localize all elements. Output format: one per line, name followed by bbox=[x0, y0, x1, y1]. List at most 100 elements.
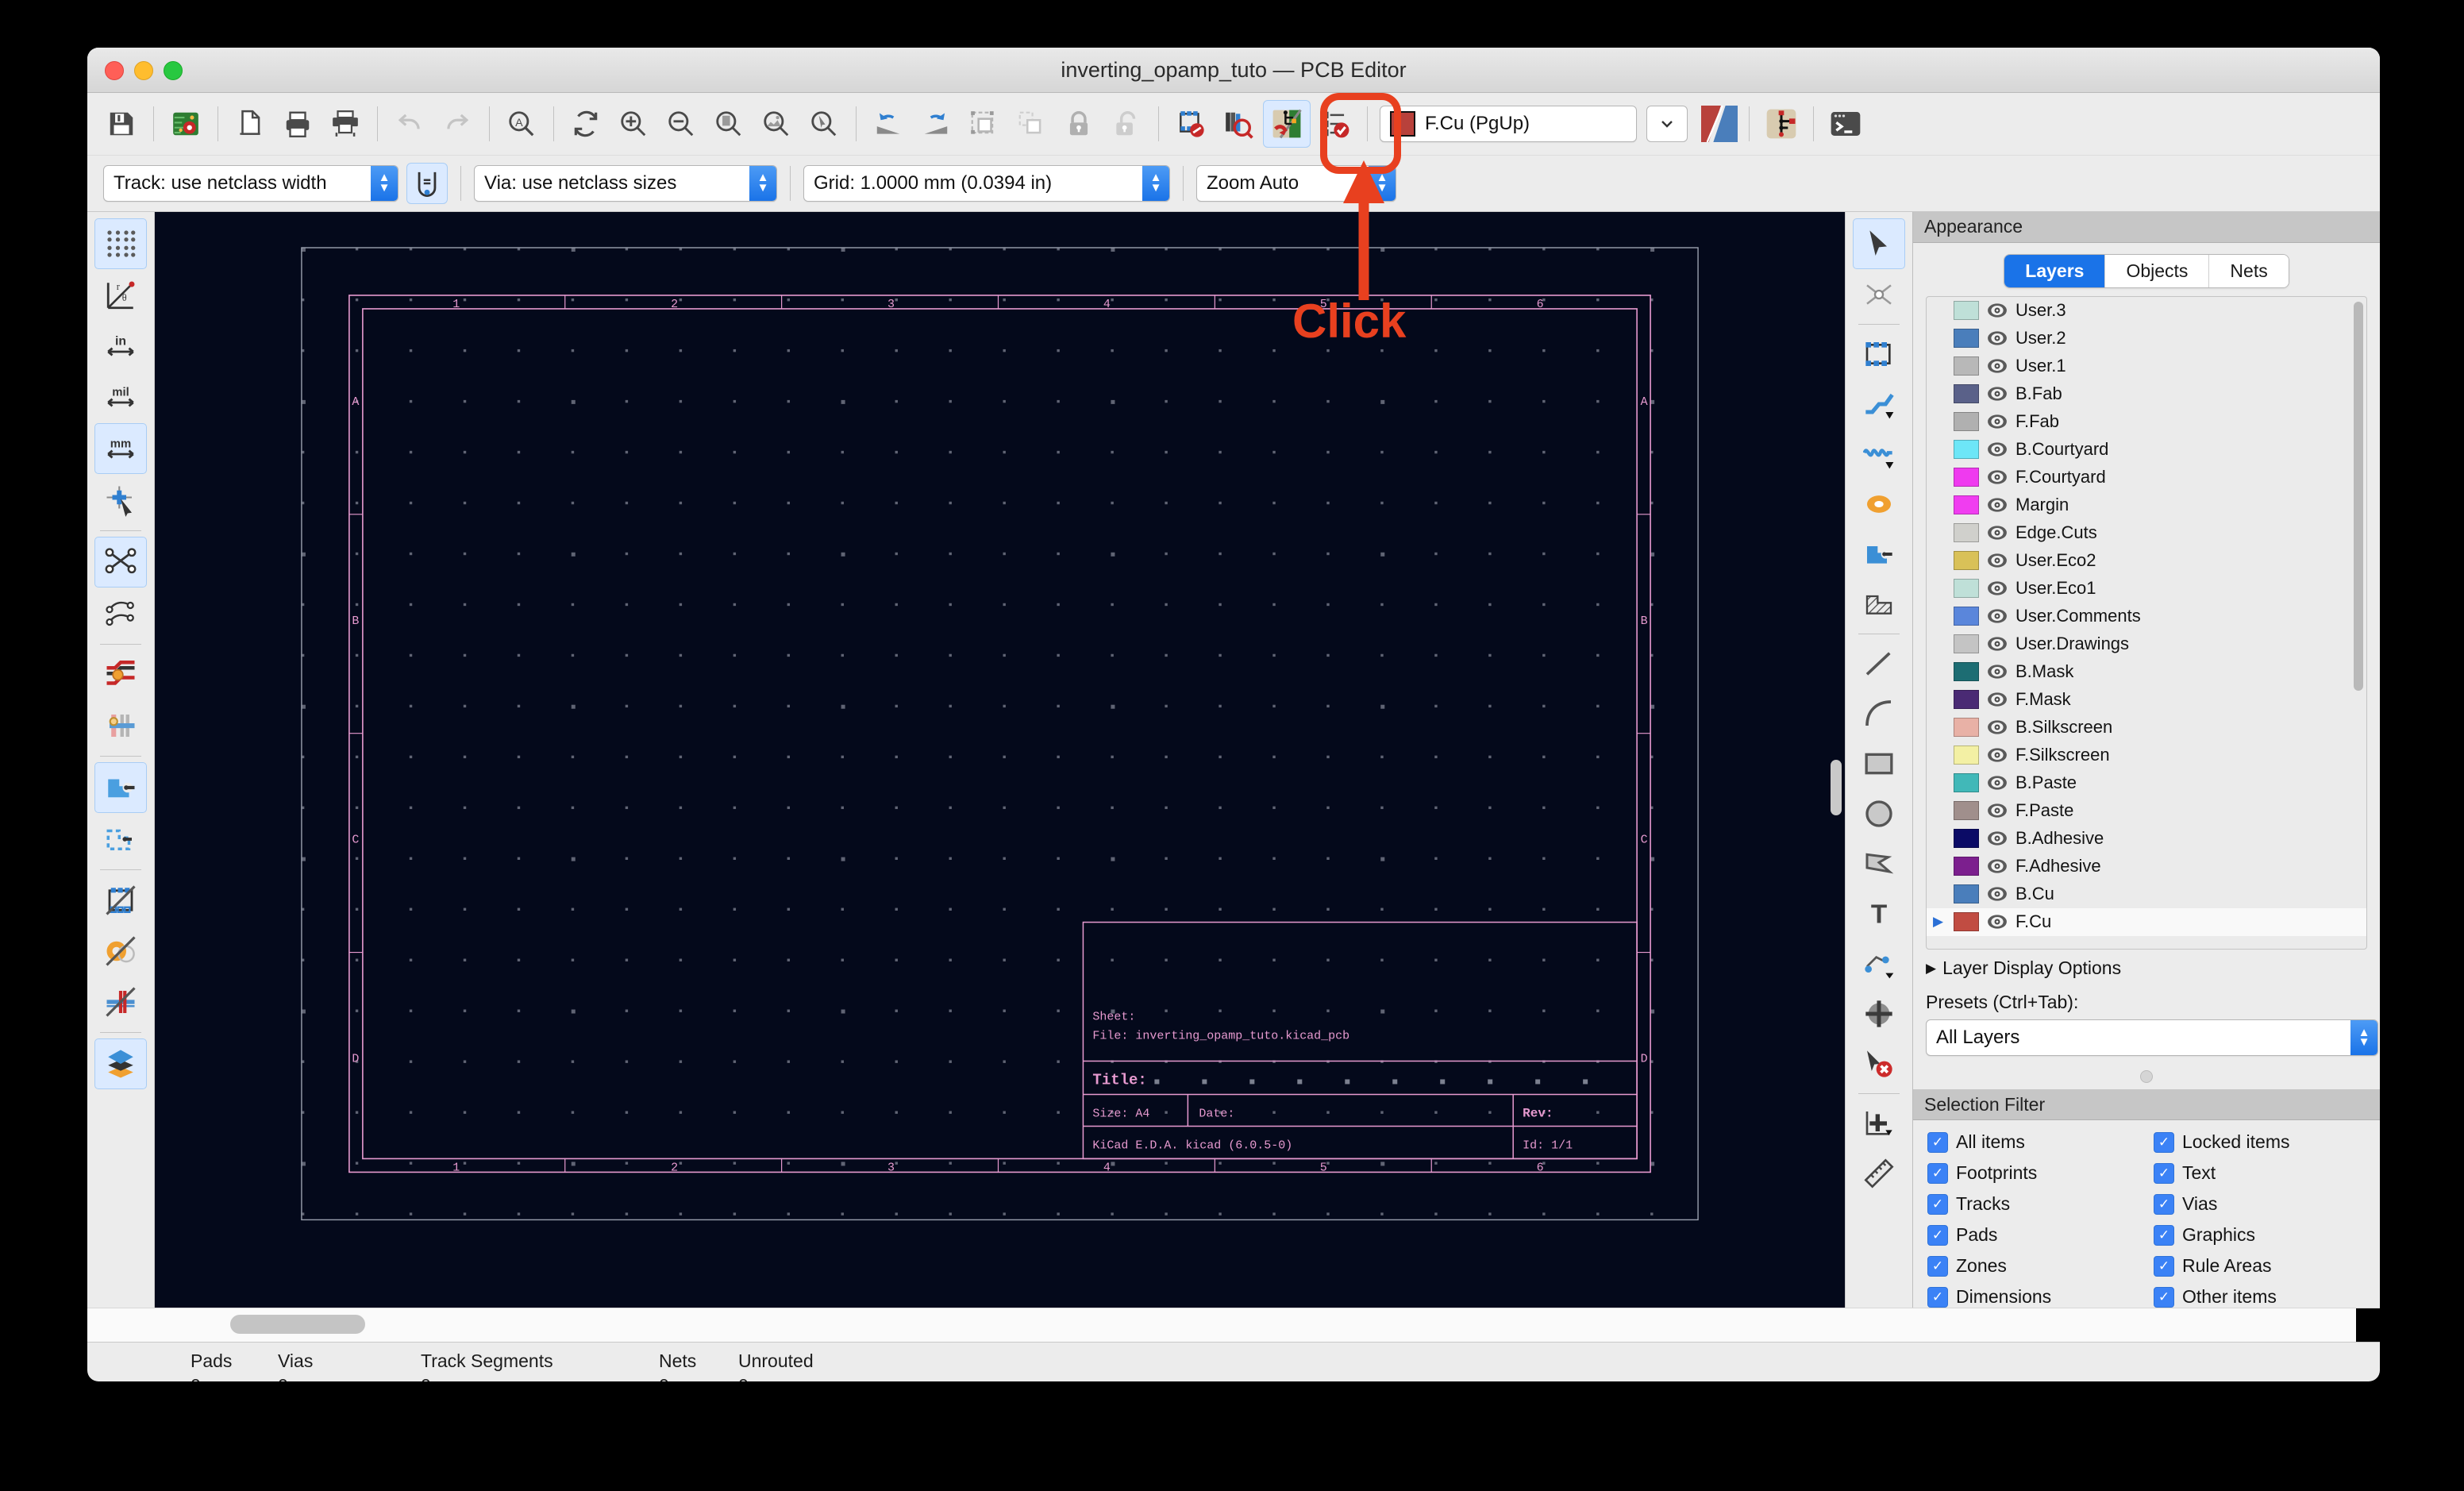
add-drill-place-origin-button[interactable] bbox=[1854, 989, 1904, 1038]
flip-board-button[interactable] bbox=[1699, 106, 1740, 142]
layer-row[interactable]: B.Cu bbox=[1927, 880, 2366, 908]
layer-color-swatch[interactable] bbox=[1954, 551, 1979, 570]
presets-stepper[interactable]: ▲▼ bbox=[2350, 1020, 2377, 1055]
ratsnest-curved-button[interactable] bbox=[95, 589, 146, 638]
layer-color-swatch[interactable] bbox=[1954, 579, 1979, 598]
find-button[interactable]: A bbox=[499, 101, 545, 147]
layer-row[interactable]: Edge.Cuts bbox=[1927, 519, 2366, 547]
pad-sketch-mode-button[interactable] bbox=[95, 927, 146, 976]
units-mils-button[interactable]: mil bbox=[95, 372, 146, 422]
pcb-canvas[interactable]: 112233445566AABBCCDD Sheet: File: invert… bbox=[155, 212, 1845, 1307]
selection-filter-item[interactable]: ✓Tracks bbox=[1927, 1193, 2154, 1215]
layer-color-swatch[interactable] bbox=[1954, 495, 1979, 514]
layer-row[interactable]: User.Drawings bbox=[1927, 630, 2366, 658]
scripting-console-button[interactable] bbox=[1823, 101, 1869, 147]
layer-row[interactable]: F.Fab bbox=[1927, 408, 2366, 436]
layer-color-swatch[interactable] bbox=[1954, 718, 1979, 737]
selection-filter-item[interactable]: ✓Pads bbox=[1927, 1224, 2154, 1246]
draw-rectangle-button[interactable] bbox=[1854, 739, 1904, 788]
checkbox[interactable]: ✓ bbox=[2154, 1256, 2174, 1277]
layer-color-swatch[interactable] bbox=[1954, 801, 1979, 820]
draw-arc-button[interactable] bbox=[1854, 689, 1904, 738]
route-tracks-button[interactable] bbox=[1854, 379, 1904, 429]
track-display-mode-button[interactable] bbox=[95, 650, 146, 699]
layer-color-swatch[interactable] bbox=[1954, 301, 1979, 320]
set-grid-origin-button[interactable] bbox=[1854, 1099, 1904, 1148]
selection-filter-item[interactable]: ✓Zones bbox=[1927, 1255, 2154, 1277]
presets-selector-wrap[interactable]: All Layers ▲▼ bbox=[1926, 1019, 2367, 1056]
layer-color-swatch[interactable] bbox=[1954, 884, 1979, 903]
presets-selector[interactable]: All Layers ▲▼ bbox=[1926, 1019, 2378, 1056]
layer-row[interactable]: B.Courtyard bbox=[1927, 436, 2366, 464]
layer-color-swatch[interactable] bbox=[1954, 829, 1979, 848]
layer-color-swatch[interactable] bbox=[1954, 607, 1979, 626]
delete-tool-button[interactable] bbox=[1854, 1039, 1904, 1088]
layer-row[interactable]: F.Adhesive bbox=[1927, 853, 2366, 880]
canvas-horizontal-scrollbar[interactable] bbox=[87, 1308, 2380, 1342]
board-setup-button[interactable] bbox=[163, 101, 209, 147]
layer-row[interactable]: User.2 bbox=[1927, 325, 2366, 353]
selection-filter-list[interactable]: ✓All items✓Locked items✓Footprints✓Text✓… bbox=[1913, 1120, 2380, 1308]
toggle-full-crosshair-button[interactable] bbox=[95, 476, 146, 525]
select-tool-button[interactable] bbox=[1853, 218, 1905, 269]
layer-row[interactable]: B.Fab bbox=[1927, 380, 2366, 408]
add-rule-area-button[interactable] bbox=[1854, 580, 1904, 629]
checkbox[interactable]: ✓ bbox=[2154, 1194, 2174, 1215]
hscroll-thumb[interactable] bbox=[230, 1315, 365, 1334]
layer-dropdown-chevron[interactable] bbox=[1646, 106, 1688, 142]
layer-row[interactable]: B.Paste bbox=[1927, 769, 2366, 797]
checkbox[interactable]: ✓ bbox=[1927, 1194, 1948, 1215]
unlock-button[interactable] bbox=[1103, 101, 1149, 147]
layer-row[interactable]: User.1 bbox=[1927, 353, 2366, 380]
selection-filter-item[interactable]: ✓Text bbox=[2154, 1162, 2380, 1184]
draw-circle-button[interactable] bbox=[1854, 789, 1904, 838]
undo-button[interactable] bbox=[387, 101, 433, 147]
left-toolbar[interactable]: rθ in mil mm bbox=[87, 212, 155, 1308]
route-differential-pair-button[interactable] bbox=[1854, 430, 1904, 479]
zone-display-filled-button[interactable] bbox=[94, 762, 147, 813]
layer-row[interactable]: B.Silkscreen bbox=[1927, 714, 2366, 742]
aux-toolbar[interactable]: Track: use netclass width ▲▼ Via: use ne… bbox=[87, 156, 2380, 212]
main-toolbar[interactable]: A bbox=[87, 93, 2380, 156]
place-footprint-button[interactable] bbox=[1854, 329, 1904, 379]
layer-color-swatch[interactable] bbox=[1954, 440, 1979, 459]
library-browser-button[interactable] bbox=[1215, 101, 1261, 147]
checkbox[interactable]: ✓ bbox=[1927, 1163, 1948, 1184]
checkbox[interactable]: ✓ bbox=[2154, 1132, 2174, 1153]
layer-color-swatch[interactable] bbox=[1954, 634, 1979, 653]
layer-color-swatch[interactable] bbox=[1954, 523, 1979, 542]
active-layer-selector[interactable]: F.Cu (PgUp) bbox=[1380, 106, 1637, 142]
redo-button[interactable] bbox=[434, 101, 480, 147]
page-settings-button[interactable] bbox=[227, 101, 273, 147]
selection-filter-item[interactable]: ✓All items bbox=[1927, 1131, 2154, 1153]
add-dimension-button[interactable] bbox=[1854, 939, 1904, 988]
toggle-layers-manager-button[interactable] bbox=[94, 1038, 147, 1089]
zoom-to-objects-button[interactable] bbox=[753, 101, 799, 147]
zoom-in-button[interactable] bbox=[610, 101, 656, 147]
add-zone-button[interactable] bbox=[1854, 530, 1904, 579]
checkbox[interactable]: ✓ bbox=[1927, 1132, 1948, 1153]
selection-filter-item[interactable]: ✓Dimensions bbox=[1927, 1286, 2154, 1308]
track-via-properties-button[interactable] bbox=[406, 163, 448, 204]
layer-color-swatch[interactable] bbox=[1954, 412, 1979, 431]
zone-display-outline-button[interactable] bbox=[95, 815, 146, 864]
selection-filter-item[interactable]: ✓Graphics bbox=[2154, 1224, 2380, 1246]
layer-row[interactable]: B.Adhesive bbox=[1927, 825, 2366, 853]
layer-row[interactable]: User.Eco2 bbox=[1927, 547, 2366, 575]
layer-color-swatch[interactable] bbox=[1954, 662, 1979, 681]
toggle-grid-button[interactable] bbox=[94, 218, 147, 269]
layer-color-swatch[interactable] bbox=[1954, 690, 1979, 709]
via-display-mode-button[interactable] bbox=[95, 701, 146, 750]
3d-viewer-button[interactable] bbox=[1758, 101, 1804, 147]
right-toolbar[interactable]: T bbox=[1845, 212, 1912, 1308]
update-pcb-from-schematic-button[interactable] bbox=[1263, 100, 1311, 148]
selection-filter-item[interactable]: ✓Rule Areas bbox=[2154, 1255, 2380, 1277]
checkbox[interactable]: ✓ bbox=[2154, 1163, 2174, 1184]
ungroup-button[interactable] bbox=[1008, 101, 1054, 147]
layer-row[interactable]: F.Courtyard bbox=[1927, 464, 2366, 491]
save-board-button[interactable] bbox=[98, 101, 144, 147]
checkbox[interactable]: ✓ bbox=[1927, 1256, 1948, 1277]
layer-color-swatch[interactable] bbox=[1954, 384, 1979, 403]
checkbox[interactable]: ✓ bbox=[1927, 1225, 1948, 1246]
layer-color-swatch[interactable] bbox=[1954, 857, 1979, 876]
